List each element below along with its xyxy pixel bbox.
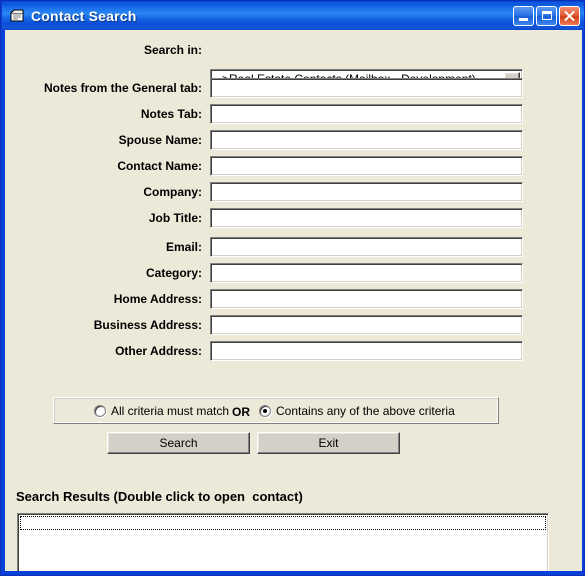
notes-general-tab-input[interactable]	[210, 78, 523, 98]
job-title-input[interactable]	[210, 208, 523, 228]
notes-tab-input[interactable]	[210, 104, 523, 124]
search-results-label: Search Results (Double click to open con…	[16, 489, 303, 504]
home-address-label: Home Address:	[113, 292, 202, 306]
field-label-wrap-0: Notes from the General tab:	[15, 78, 202, 98]
other-address-label: Other Address:	[115, 344, 202, 358]
form-client-area: Search in: -->Real Estate Contacts (Mail…	[5, 30, 582, 571]
contact-name-input[interactable]	[210, 156, 523, 176]
criteria-group: All criteria must match OR Contains any …	[53, 397, 499, 424]
field-label-wrap-2: Spouse Name:	[15, 130, 202, 150]
radio-any-criteria-icon	[259, 405, 271, 417]
minimize-button[interactable]	[513, 6, 534, 26]
search-results-listbox[interactable]	[17, 513, 549, 571]
radio-all-criteria[interactable]: All criteria must match	[94, 404, 229, 418]
field-label-wrap-4: Company:	[15, 182, 202, 202]
field-label-wrap-6: Email:	[15, 237, 202, 257]
radio-all-criteria-label: All criteria must match	[111, 404, 230, 418]
company-input[interactable]	[210, 182, 523, 202]
close-button[interactable]	[559, 6, 580, 26]
minimize-icon	[519, 18, 528, 21]
business-address-input[interactable]	[210, 315, 523, 335]
form-window-icon	[10, 9, 25, 23]
contact-search-window: Contact Search Search in: -->Real Estate…	[0, 0, 585, 576]
window-controls	[513, 6, 580, 26]
category-input[interactable]	[210, 263, 523, 283]
search-in-label: Search in:	[143, 43, 202, 57]
email-label: Email:	[165, 240, 202, 254]
field-label-wrap-7: Category:	[15, 263, 202, 283]
radio-all-criteria-icon	[94, 405, 106, 417]
field-label-wrap-3: Contact Name:	[15, 156, 202, 176]
exit-button[interactable]: Exit	[257, 432, 400, 454]
listbox-focus-rect	[20, 516, 546, 530]
field-label-wrap-10: Other Address:	[15, 341, 202, 361]
email-input[interactable]	[210, 237, 523, 257]
field-label-wrap-5: Job Title:	[15, 208, 202, 228]
radio-any-criteria-label: Contains any of the above criteria	[276, 404, 455, 418]
contact-name-label: Contact Name:	[117, 159, 202, 173]
field-label-wrap-9: Business Address:	[15, 315, 202, 335]
field-label-wrap-8: Home Address:	[15, 289, 202, 309]
radio-any-criteria[interactable]: Contains any of the above criteria	[259, 404, 455, 418]
window-title: Contact Search	[31, 8, 137, 24]
spouse-name-input[interactable]	[210, 130, 523, 150]
other-address-input[interactable]	[210, 341, 523, 361]
search-button[interactable]: Search	[107, 432, 250, 454]
maximize-button[interactable]	[536, 6, 557, 26]
company-label: Company:	[143, 185, 202, 199]
search-in-label-wrap: Search in:	[15, 40, 202, 60]
maximize-icon	[542, 11, 552, 20]
criteria-separator: OR	[232, 405, 250, 419]
field-label-wrap-1: Notes Tab:	[15, 104, 202, 124]
home-address-input[interactable]	[210, 289, 523, 309]
job-title-label: Job Title:	[148, 211, 202, 225]
radio-selected-dot	[263, 409, 267, 413]
notes-general-tab-label: Notes from the General tab:	[43, 81, 202, 95]
title-bar[interactable]: Contact Search	[2, 2, 584, 30]
notes-tab-label: Notes Tab:	[140, 107, 202, 121]
business-address-label: Business Address:	[93, 318, 202, 332]
category-label: Category:	[145, 266, 202, 280]
spouse-name-label: Spouse Name:	[118, 133, 202, 147]
